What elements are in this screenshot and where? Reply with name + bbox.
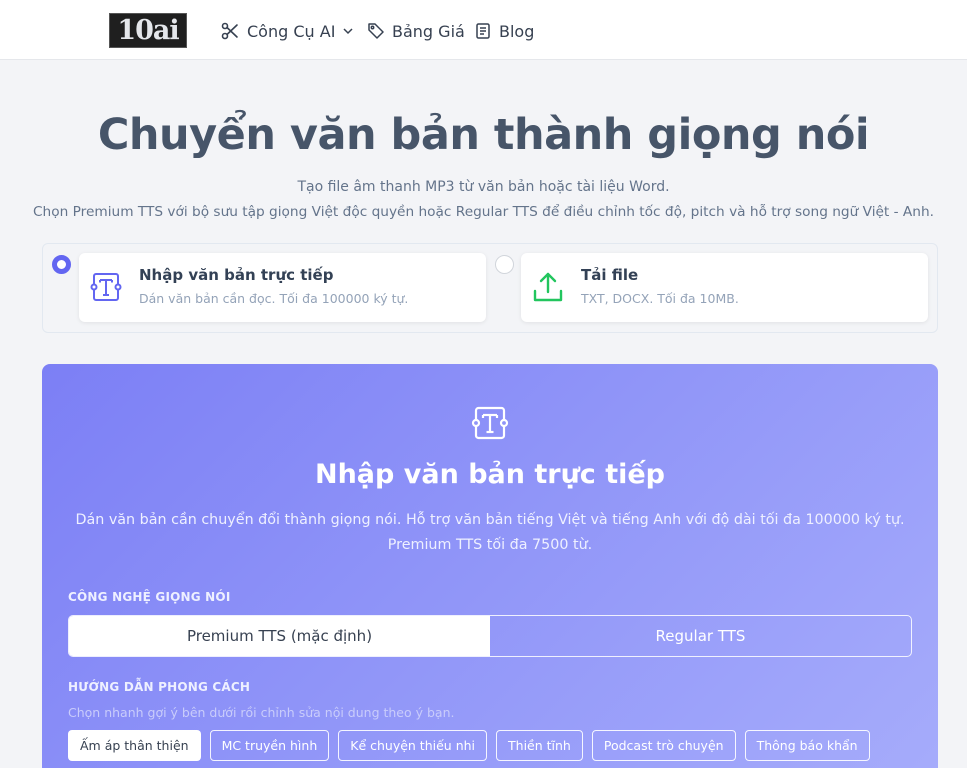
style-chip-urgent-notice[interactable]: Thông báo khẩn bbox=[744, 730, 870, 761]
top-navbar: 10ai Công Cụ AI Bảng Giá Blog bbox=[0, 0, 967, 60]
panel-description-line-2: Premium TTS tối đa 7500 từ. bbox=[387, 537, 593, 553]
mode-card-file-desc: TXT, DOCX. Tối đa 10MB. bbox=[581, 291, 739, 306]
style-chip-podcast[interactable]: Podcast trò chuyện bbox=[591, 730, 736, 761]
page-title: Chuyển văn bản thành giọng nói bbox=[97, 110, 870, 160]
voice-tech-toggle: Premium TTS (mặc định) Regular TTS bbox=[68, 615, 912, 657]
style-chip-warm-friendly[interactable]: Ấm áp thân thiện bbox=[68, 730, 201, 761]
style-chip-tv-host[interactable]: MC truyền hình bbox=[209, 730, 330, 761]
tag-icon bbox=[368, 23, 384, 39]
nav-blog[interactable]: Blog bbox=[474, 19, 534, 43]
mode-card-file-title: Tải file bbox=[581, 266, 639, 284]
voice-tech-label: CÔNG NGHỆ GIỌNG NÓI bbox=[68, 590, 231, 604]
page-subtitle-line-1: Tạo file âm thanh MP3 từ văn bản hoặc tà… bbox=[297, 179, 670, 195]
text-format-icon bbox=[90, 273, 122, 301]
nav-pricing-label: Bảng Giá bbox=[392, 21, 465, 41]
site-logo[interactable]: 10ai bbox=[109, 13, 187, 48]
style-chips: Ấm áp thân thiện MC truyền hình Kể chuyệ… bbox=[68, 730, 870, 761]
nav-pricing[interactable]: Bảng Giá bbox=[367, 19, 465, 43]
page-subtitle-line-2: Chọn Premium TTS với bộ sưu tập giọng Vi… bbox=[32, 204, 934, 220]
upload-icon bbox=[533, 272, 563, 302]
panel-title: Nhập văn bản trực tiếp bbox=[314, 459, 666, 490]
document-icon bbox=[476, 23, 490, 39]
tools-icon bbox=[221, 22, 238, 40]
panel-description-line-1: Dán văn bản cần chuyển đổi thành giọng n… bbox=[75, 512, 905, 528]
text-input-panel: Nhập văn bản trực tiếp Dán văn bản cần c… bbox=[42, 364, 938, 768]
mode-card-text-title: Nhập văn bản trực tiếp bbox=[139, 266, 334, 284]
radio-text-input[interactable] bbox=[52, 255, 71, 274]
mode-card-text-desc: Dán văn bản cần đọc. Tối đa 100000 ký tự… bbox=[139, 291, 409, 306]
style-guide-label: HƯỚNG DẪN PHONG CÁCH bbox=[68, 680, 251, 694]
style-chip-meditation[interactable]: Thiền tĩnh bbox=[496, 730, 583, 761]
regular-tts-option[interactable]: Regular TTS bbox=[490, 616, 911, 656]
style-guide-hint: Chọn nhanh gợi ý bên dưới rồi chỉnh sửa … bbox=[68, 705, 455, 720]
chevron-down-icon bbox=[343, 28, 353, 35]
mode-card-file-upload[interactable]: Tải file TXT, DOCX. Tối đa 10MB. bbox=[521, 253, 928, 322]
nav-ai-tools[interactable]: Công Cụ AI bbox=[220, 19, 354, 43]
radio-file-upload[interactable] bbox=[495, 255, 514, 274]
style-chip-kids-story[interactable]: Kể chuyện thiếu nhi bbox=[338, 730, 488, 761]
text-format-icon bbox=[471, 406, 509, 440]
mode-card-text-input[interactable]: Nhập văn bản trực tiếp Dán văn bản cần đ… bbox=[79, 253, 486, 322]
nav-blog-label: Blog bbox=[499, 21, 535, 41]
premium-tts-option[interactable]: Premium TTS (mặc định) bbox=[69, 616, 490, 656]
nav-ai-tools-label: Công Cụ AI bbox=[247, 21, 336, 41]
